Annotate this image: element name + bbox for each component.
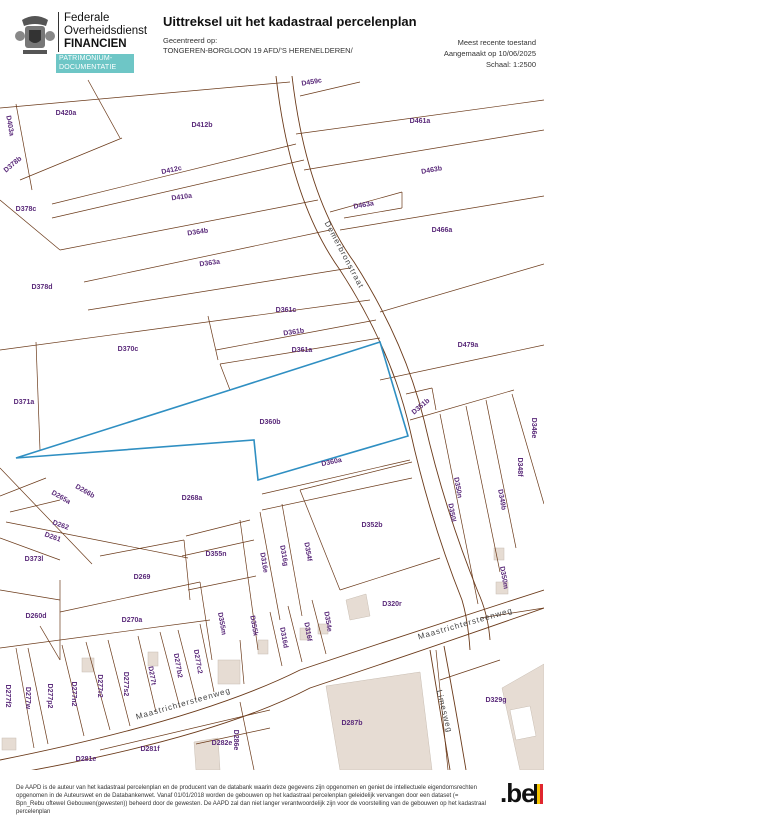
parcel-label-d378d[interactable]: D378d [31, 284, 52, 291]
created-date: Aangemaakt op 10/06/2025 [443, 49, 536, 58]
parcel-label-d260d[interactable]: D260d [25, 613, 46, 620]
agency-line-2: Overheidsdienst [64, 25, 148, 37]
parcel-label-d373l[interactable]: D373l [25, 556, 44, 563]
cadastral-map[interactable]: D420a D403a D378b D412b D461a D459c D412c D463b… [0, 76, 544, 770]
parcel-label-d370c[interactable]: D370c [118, 346, 139, 353]
parcel-label-d461a[interactable]: D461a [410, 118, 431, 125]
badge-line-1: PATRIMONIUM- [59, 55, 113, 62]
parcel-label-d282e[interactable]: D282e [212, 740, 233, 747]
parcel-label-d360b[interactable]: D360b [259, 419, 280, 426]
parcel-label-d281f[interactable]: D281f [140, 746, 160, 753]
parcel-label-d352b[interactable]: D352b [361, 522, 382, 529]
parcel-label-d277p2[interactable]: D277p2 [46, 684, 53, 709]
parcel-label-d329g[interactable]: D329g [485, 697, 506, 704]
parcel-label-d361c[interactable]: D361c [276, 307, 297, 314]
parcel-label-d479a[interactable]: D479a [458, 342, 479, 349]
disclaimer-text: De AAPD is de auteur van het kadastraal … [16, 785, 486, 815]
parcel-label-d361a[interactable]: D361a [292, 347, 313, 354]
centered-on-value: TONGEREN-BORGLOON 19 AFD/'S HERENELDEREN… [163, 46, 353, 55]
parcel-label-d286e[interactable]: D286e [232, 730, 239, 751]
parcel-label-d270a[interactable]: D270a [122, 617, 143, 624]
be-brand-logo[interactable]: .be [500, 778, 536, 809]
agency-name: Federale Overheidsdienst FINANCIEN [64, 12, 147, 51]
state-text: Meest recente toestand [457, 38, 536, 47]
parcel-label-d277n2[interactable]: D277n2 [70, 682, 77, 707]
parcel-label-d378c[interactable]: D378c [16, 206, 37, 213]
parcel-label-d466a[interactable]: D466a [432, 227, 453, 234]
scale-text: Schaal: 1:2500 [485, 60, 536, 69]
badge-line-2: DOCUMENTATIE [59, 63, 117, 71]
page-title: Uittreksel uit het kadastraal percelenpl… [163, 14, 417, 29]
parcel-label-d371a[interactable]: D371a [14, 399, 35, 406]
map-metadata: Meest recente toestand Aangemaakt op 10/… [444, 37, 536, 70]
parcel-label-d277w[interactable]: D277w [24, 687, 31, 710]
agency-line-1: Federale [64, 12, 110, 24]
parcel-label-d277f2[interactable]: D277f2 [4, 685, 11, 708]
parcel-label-d277s2[interactable]: D277s2 [122, 672, 129, 697]
parcel-label-d412b[interactable]: D412b [191, 122, 212, 129]
parcel-label-d320r[interactable]: D320r [382, 601, 402, 608]
parcel-label-d348f[interactable]: D348f [516, 457, 523, 477]
parcel-label-d346e[interactable]: D346e [530, 418, 537, 439]
header-divider [58, 12, 59, 52]
parcel-label-d268a[interactable]: D268a [182, 495, 203, 502]
parcel-label-d281e[interactable]: D281e [76, 756, 97, 763]
parcel-label-d277r2[interactable]: D277r2 [96, 674, 103, 697]
map-header: Federale Overheidsdienst FINANCIEN PATRI… [0, 0, 544, 76]
parcel-label-d287b[interactable]: D287b [341, 720, 362, 727]
department-badge: PATRIMONIUM- DOCUMENTATIE [56, 54, 134, 73]
centered-on-label: Gecentreerd op: [163, 36, 218, 45]
parcel-label-d355n[interactable]: D355n [205, 551, 226, 558]
parcel-label-d269[interactable]: D269 [134, 574, 151, 581]
flag-stripe-red [540, 784, 543, 804]
belgian-coat-of-arms-icon [15, 16, 55, 54]
parcel-label-d420a[interactable]: D420a [56, 110, 77, 117]
agency-line-3: FINANCIEN [64, 38, 127, 50]
cadastral-map-svg: D420aD403aD378bD412bD461aD459cD412c D463b… [0, 76, 544, 770]
